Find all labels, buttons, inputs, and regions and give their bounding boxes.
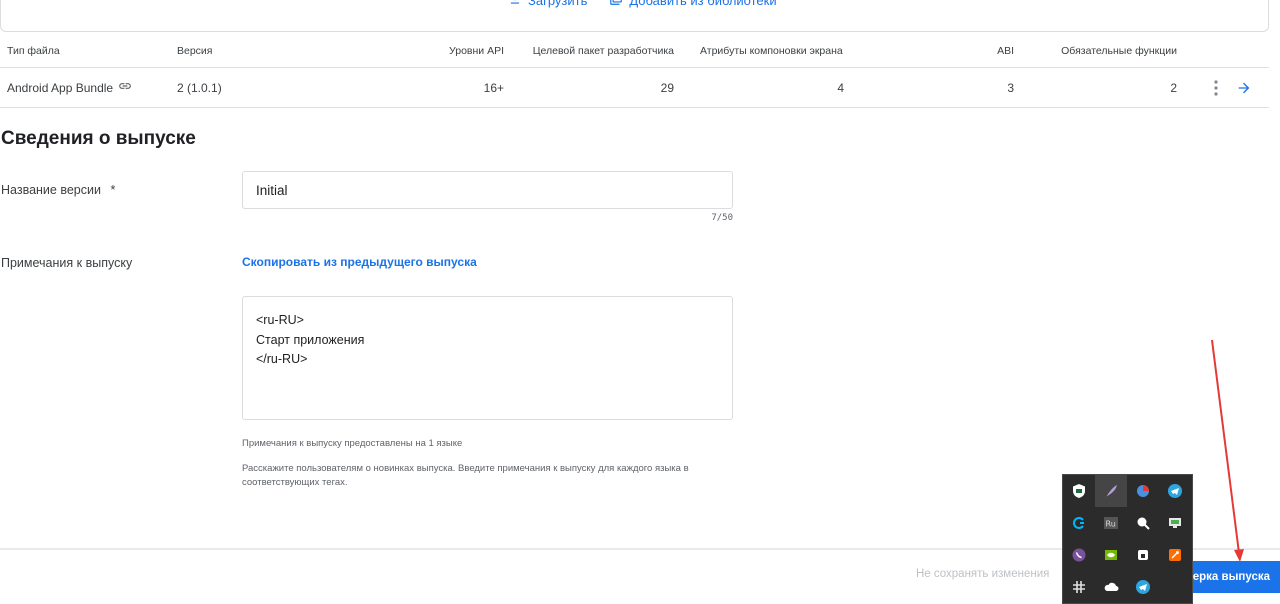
header-version: Версия: [177, 44, 213, 57]
version-cell: 2 (1.0.1): [177, 80, 222, 95]
header-api-levels: Уровни API: [449, 44, 504, 57]
arrow-forward-icon[interactable]: [1235, 68, 1253, 107]
logitech-icon[interactable]: [1063, 507, 1095, 539]
more-options-icon[interactable]: [1208, 68, 1224, 107]
release-notes-textarea[interactable]: <ru-RU> Старт приложения </ru-RU>: [242, 296, 733, 420]
header-abi: ABI: [997, 44, 1014, 57]
ru-icon[interactable]: Ru: [1095, 507, 1127, 539]
system-tray-popup: Ru: [1062, 474, 1193, 604]
abi-cell: 3: [1007, 80, 1014, 95]
upload-icon: [508, 0, 522, 9]
notes-line: Старт приложения: [256, 332, 365, 347]
review-release-label: верка выпуска: [1185, 571, 1270, 583]
character-counter: 7/50: [711, 213, 733, 223]
version-name-value: Initial: [256, 182, 288, 198]
add-from-library-button[interactable]: Добавить из библиотеки: [609, 0, 777, 9]
required-mark: *: [110, 183, 116, 197]
version-name-input[interactable]: Initial: [242, 171, 733, 209]
notes-line: </ru-RU>: [256, 352, 308, 366]
slack-icon[interactable]: [1063, 571, 1095, 603]
instructions-hint: Расскажите пользователям о новинках выпу…: [242, 463, 689, 488]
release-notes-label: Примечания к выпуску: [1, 256, 133, 270]
file-type-cell: Android App Bundle: [7, 68, 132, 107]
viber-icon[interactable]: [1063, 539, 1095, 571]
yandex-disk-icon[interactable]: [1127, 475, 1159, 507]
remote-desktop-icon[interactable]: [1159, 507, 1191, 539]
telegram-icon[interactable]: [1127, 571, 1159, 603]
feather-icon[interactable]: [1095, 475, 1127, 507]
discard-changes-button[interactable]: Не сохранять изменения: [916, 568, 1049, 580]
upload-label: Загрузить: [528, 0, 588, 8]
artifacts-table: Тип файла Версия Уровни API Целевой паке…: [0, 34, 1269, 108]
table-row[interactable]: Android App Bundle 2 (1.0.1) 16+ 29 4 3 …: [0, 68, 1269, 108]
svg-text:Ru: Ru: [1106, 520, 1116, 529]
header-required-features: Обязательные функции: [1061, 44, 1177, 57]
attachment-icon: [118, 79, 132, 96]
header-screen-layouts: Атрибуты компоновки экрана: [700, 44, 843, 57]
version-name-label-text: Название версии: [1, 183, 101, 197]
section-title: Сведения о выпуске: [1, 128, 196, 149]
onedrive-icon[interactable]: [1095, 571, 1127, 603]
telegram-icon[interactable]: [1159, 475, 1191, 507]
languages-hint: Примечания к выпуску предоставлены на 1 …: [242, 438, 463, 449]
version-name-label: Название версии *: [1, 183, 115, 197]
pointer-icon[interactable]: [1127, 507, 1159, 539]
header-target-sdk: Целевой пакет разработчика: [532, 44, 674, 57]
upload-actions: Загрузить Добавить из библиотеки: [508, 0, 777, 9]
header-file-type: Тип файла: [7, 44, 60, 57]
required-features-cell: 2: [1170, 80, 1177, 95]
library-icon: [609, 0, 623, 9]
target-sdk-cell: 29: [660, 80, 674, 95]
notes-line: <ru-RU>: [256, 313, 304, 327]
copy-from-previous-link[interactable]: Скопировать из предыдущего выпуска: [242, 255, 477, 269]
api-levels-cell: 16+: [483, 80, 504, 95]
table-header: Тип файла Версия Уровни API Целевой паке…: [0, 34, 1269, 68]
file-type-text: Android App Bundle: [7, 80, 114, 95]
tool-icon[interactable]: [1159, 539, 1191, 571]
upload-button[interactable]: Загрузить: [508, 0, 587, 9]
keeper-icon[interactable]: [1127, 539, 1159, 571]
screen-layouts-cell: 4: [837, 80, 844, 95]
nvidia-icon[interactable]: [1095, 539, 1127, 571]
kaspersky-icon[interactable]: [1063, 475, 1095, 507]
library-label: Добавить из библиотеки: [629, 0, 777, 8]
